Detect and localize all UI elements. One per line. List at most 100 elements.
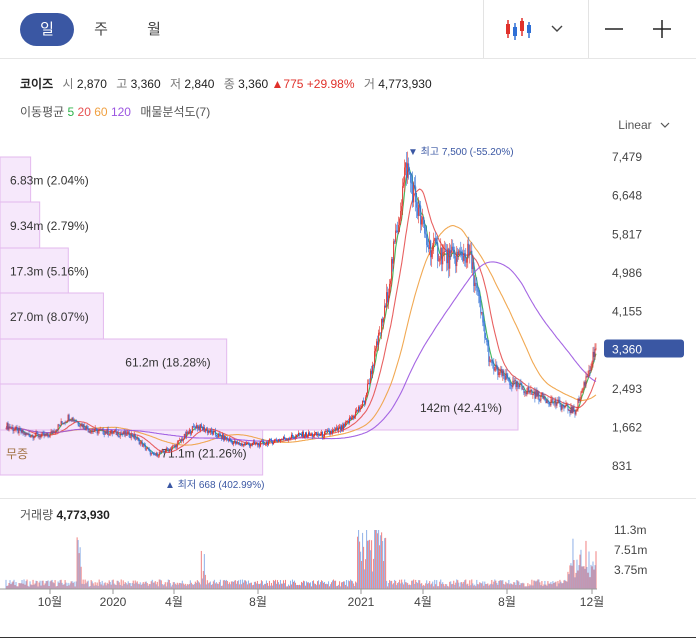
candle-body bbox=[569, 409, 571, 413]
candle-body bbox=[339, 426, 341, 428]
candle-body bbox=[41, 432, 43, 436]
volume-bar bbox=[17, 586, 19, 589]
candle-body bbox=[202, 427, 204, 430]
volume-bar bbox=[277, 582, 279, 589]
candle-body bbox=[458, 250, 460, 256]
candle-body bbox=[198, 426, 200, 431]
volume-bar bbox=[316, 585, 318, 589]
volume-bar bbox=[453, 580, 455, 589]
candle-body bbox=[137, 437, 139, 440]
volume-profile: 6.83m (2.04%) 9.34m (2.79%) 17.3m (5.16%) 2… bbox=[0, 156, 519, 476]
candle-body bbox=[514, 380, 516, 382]
candle-body bbox=[164, 451, 166, 453]
volume-bar bbox=[415, 579, 417, 589]
candle-body bbox=[52, 431, 54, 434]
volume-bar bbox=[441, 583, 443, 589]
candle-body bbox=[249, 444, 251, 447]
volume-bar bbox=[590, 564, 592, 589]
candle-body bbox=[140, 441, 142, 443]
volume-bar bbox=[339, 581, 341, 589]
candle-body bbox=[418, 204, 420, 216]
candle-body bbox=[282, 436, 284, 440]
volume-bar bbox=[564, 579, 566, 589]
y-tick-label: 2,493 bbox=[612, 382, 642, 396]
candle-body bbox=[74, 420, 76, 422]
candle-body bbox=[325, 431, 327, 432]
volume-bar bbox=[285, 586, 287, 589]
zoom-in-button[interactable] bbox=[646, 10, 678, 48]
volume-bar bbox=[548, 583, 550, 589]
candle-body bbox=[136, 437, 138, 440]
volume-bar bbox=[366, 530, 368, 589]
candle-body bbox=[317, 434, 319, 436]
candle-body bbox=[528, 387, 530, 393]
candle-body bbox=[257, 443, 259, 446]
volume-bar bbox=[275, 583, 277, 589]
candle-body bbox=[59, 425, 61, 427]
volume-bar bbox=[13, 579, 15, 589]
candle-body bbox=[113, 431, 115, 433]
volume-bar bbox=[200, 550, 202, 589]
volume-bar bbox=[117, 580, 119, 589]
candle-body bbox=[440, 247, 442, 259]
candle-body bbox=[316, 432, 318, 436]
y-tick-label: 6,648 bbox=[612, 189, 642, 203]
tab-daily[interactable]: 일 bbox=[20, 13, 74, 46]
volume-bar bbox=[249, 582, 251, 589]
candle-body bbox=[210, 429, 212, 432]
volume-bar bbox=[477, 584, 479, 589]
candle-body bbox=[255, 442, 257, 444]
volume-bar bbox=[536, 580, 538, 589]
volume-bar bbox=[297, 585, 299, 589]
volume-bar bbox=[40, 585, 42, 589]
chart-type-dropdown[interactable] bbox=[545, 10, 569, 48]
volume-bar bbox=[270, 582, 272, 589]
volume-bar bbox=[218, 582, 220, 589]
volume-bar bbox=[521, 583, 523, 589]
ma-label[interactable]: 이동평균 bbox=[20, 105, 64, 119]
candle-body bbox=[408, 163, 410, 172]
indicator-legend: 이동평균 5 20 60 120 매물분석도(7) bbox=[20, 103, 210, 120]
chart-type-button[interactable] bbox=[500, 10, 536, 48]
volume-bar bbox=[166, 582, 168, 589]
tab-weekly[interactable]: 주 bbox=[84, 13, 118, 46]
candle-body bbox=[374, 351, 376, 366]
volume-profile-label: 9.34m (2.79%) bbox=[10, 219, 89, 233]
volume-bar bbox=[483, 585, 485, 589]
candle-body bbox=[238, 442, 240, 445]
candle-body bbox=[49, 432, 51, 437]
candle-body bbox=[455, 258, 457, 267]
candle-body bbox=[503, 370, 505, 377]
volume-bar bbox=[461, 582, 463, 589]
zoom-out-button[interactable] bbox=[598, 10, 630, 48]
volume-bar bbox=[127, 581, 129, 589]
volume-bar bbox=[505, 581, 507, 589]
candle-body bbox=[174, 444, 176, 447]
volume-bar bbox=[480, 582, 482, 589]
candle-body bbox=[16, 426, 18, 429]
volume-bar bbox=[528, 586, 530, 589]
volume-bar bbox=[364, 569, 366, 589]
volume-bar bbox=[519, 584, 521, 589]
candle-body bbox=[25, 432, 27, 436]
tab-monthly[interactable]: 월 bbox=[137, 13, 171, 46]
volume-profile-label[interactable]: 매물분석도(7) bbox=[140, 105, 210, 119]
price-chart[interactable]: 6.83m (2.04%) 9.34m (2.79%) 17.3m (5.16%) 2… bbox=[0, 0, 696, 643]
volume-bar bbox=[236, 581, 238, 589]
volume-bar bbox=[436, 580, 438, 589]
volume-bar bbox=[566, 581, 568, 589]
plus-icon bbox=[653, 20, 671, 38]
candle-body bbox=[163, 451, 165, 453]
volume-bar bbox=[18, 583, 20, 589]
candle-body bbox=[36, 432, 38, 434]
candle-body bbox=[451, 246, 453, 253]
volume-bar bbox=[61, 582, 63, 589]
candle-body bbox=[12, 427, 14, 431]
candle-body bbox=[175, 444, 177, 448]
volume-bar bbox=[234, 580, 236, 589]
candle-body bbox=[584, 382, 586, 386]
candle-body bbox=[31, 435, 33, 437]
scale-selector[interactable]: Linear bbox=[618, 118, 670, 132]
chart-labels: 7,479 6,648 5,817 4,986 4,155 2,493 1,662 831 ▼ … bbox=[165, 146, 684, 491]
volume-bar bbox=[294, 582, 296, 589]
